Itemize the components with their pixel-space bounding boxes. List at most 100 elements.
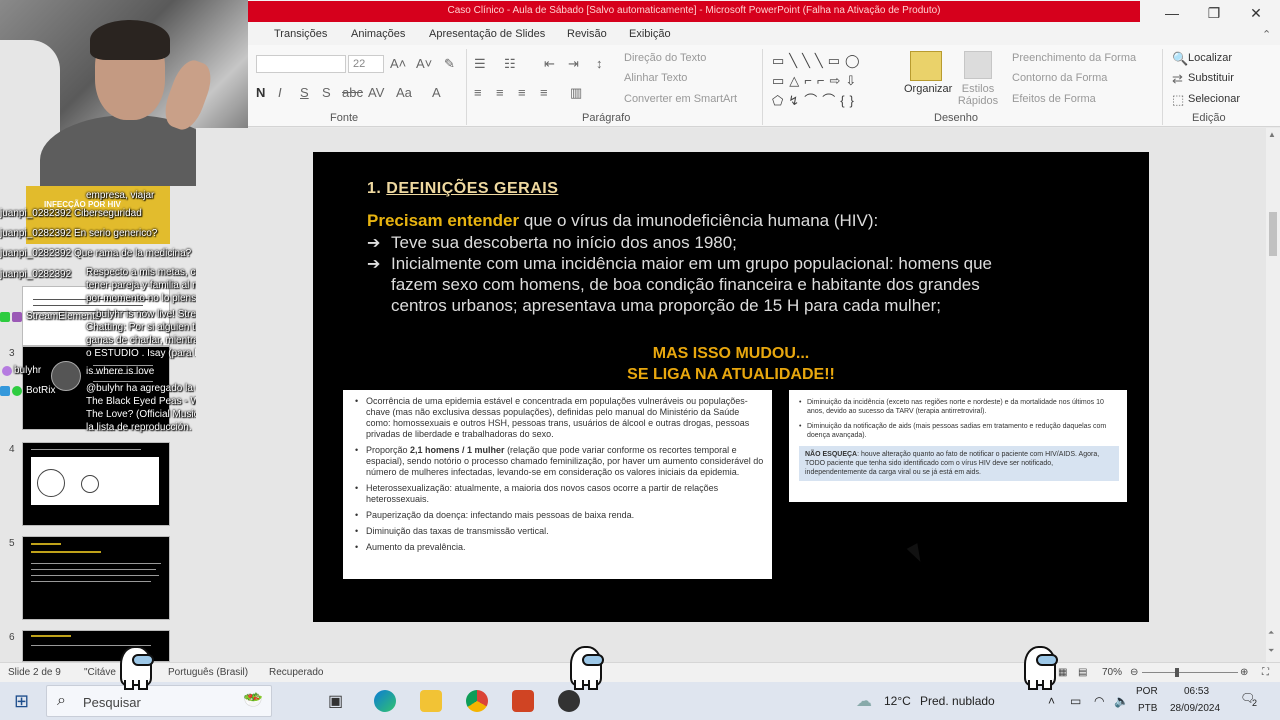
italic-icon[interactable]: I — [278, 85, 282, 100]
obs-icon[interactable] — [558, 690, 580, 712]
prop-bold: 2,1 homens / 1 mulher — [410, 445, 505, 455]
clock-time[interactable]: 06:53 — [1184, 686, 1209, 697]
sorter-view-icon[interactable]: ▤ — [1078, 667, 1087, 678]
edge-icon[interactable] — [374, 690, 396, 712]
zoom-out-icon[interactable]: ⊖ — [1130, 667, 1138, 678]
status-bar: Slide 2 de 9 "Citáve Português (Brasil) … — [0, 662, 1280, 682]
quick-styles-button[interactable]: Estilos Rápidos — [956, 83, 1000, 107]
heading-text: DEFINIÇÕES GERAIS — [386, 180, 559, 197]
replace-button[interactable]: Substituir — [1188, 72, 1234, 84]
vertical-scrollbar[interactable]: ▲ ⏶ ⏷ — [1266, 128, 1280, 662]
shapes-gallery[interactable]: ▭╲╲╲▭◯ ▭△⌐⌐⇨⇩ ⬠↯⌒⌒{} — [772, 51, 892, 111]
search-icon: ⌕ — [57, 692, 66, 709]
shrink-font-icon[interactable]: A˅ — [416, 56, 432, 71]
text-direction-button[interactable]: Direção do Texto — [624, 52, 706, 64]
font-size-box[interactable]: 22 — [348, 55, 384, 73]
close-button[interactable]: ✕ — [1236, 3, 1276, 23]
prev-slide-icon[interactable]: ⏶ — [1268, 628, 1274, 638]
slide-thumbnail-5[interactable] — [22, 536, 170, 620]
tray-chevron-icon[interactable]: ˄ — [1048, 694, 1055, 708]
align-center-icon[interactable]: ≡ — [496, 85, 504, 100]
align-right-icon[interactable]: ≡ — [518, 85, 526, 100]
ribbon-collapse-icon[interactable]: ⌃ — [1262, 28, 1271, 41]
shape-outline-button[interactable]: Contorno da Forma — [1012, 72, 1107, 84]
tray-device-icon[interactable]: ▭ — [1070, 694, 1081, 708]
bold-icon[interactable]: N — [256, 85, 265, 100]
bullets-icon[interactable]: ☰ — [474, 56, 486, 72]
group-fonte: Fonte — [330, 112, 359, 124]
scrollbar-thumb[interactable] — [1269, 212, 1277, 256]
slide-bullet-1: Teve sua descoberta no início dos anos 1… — [391, 233, 737, 252]
shadow-icon[interactable]: S — [322, 85, 331, 100]
columns-icon[interactable]: ▥ — [570, 85, 582, 101]
convert-smartart-button[interactable]: Converter em SmartArt — [624, 93, 737, 105]
zoom-level[interactable]: 70% — [1102, 667, 1122, 678]
ribbon-tabs: Transições Animações Apresentação de Sli… — [248, 25, 1280, 45]
arrange-button[interactable]: Organizar — [904, 83, 952, 95]
group-edicao: Edição — [1192, 112, 1226, 124]
group-desenho: Desenho — [934, 112, 979, 124]
thumbnail-number: 4 — [9, 444, 15, 455]
language-status[interactable]: Português (Brasil) — [168, 667, 248, 678]
clear-format-icon[interactable]: ✎ — [444, 56, 455, 72]
line-spacing-icon[interactable]: ↕ — [596, 56, 603, 71]
wifi-icon[interactable]: ◠ — [1094, 694, 1104, 708]
ribbon: 22 A˄ A˅ ✎ N I S S abc AV Aa A Fonte ☰ ☷… — [248, 45, 1280, 127]
current-slide[interactable]: 1. DEFINIÇÕES GERAIS Precisam entender q… — [313, 152, 1149, 622]
chrome-icon[interactable] — [466, 690, 488, 712]
strike-icon[interactable]: abc — [342, 85, 363, 100]
tab-transicoes[interactable]: Transições — [274, 28, 327, 40]
file-explorer-icon[interactable] — [420, 690, 442, 712]
slide-bullet-2-line3: centros urbanos; apresentava uma proporç… — [391, 296, 941, 315]
increase-indent-icon[interactable]: ⇥ — [568, 56, 579, 72]
lang-line1[interactable]: POR — [1136, 686, 1158, 697]
shape-effects-button[interactable]: Efeitos de Forma — [1012, 93, 1096, 105]
find-button[interactable]: Localizar — [1188, 52, 1232, 64]
volume-icon[interactable]: 🔈 — [1114, 694, 1129, 708]
minimize-button[interactable]: — — [1152, 3, 1192, 23]
underline-icon[interactable]: S — [300, 85, 309, 100]
task-view-icon[interactable]: ▣ — [328, 691, 343, 711]
font-name-box[interactable] — [256, 55, 346, 73]
taskbar-search[interactable]: ⌕ Pesquisar 🥗 — [46, 685, 272, 717]
clock-date[interactable]: 28/09/2024 — [1170, 703, 1220, 714]
tab-apresentacao[interactable]: Apresentação de Slides — [429, 28, 545, 40]
slide-bullet-2-line1: Inicialmente com uma incidência maior em… — [391, 254, 992, 273]
lang-line2[interactable]: PTB — [1138, 703, 1157, 714]
spacing-icon[interactable]: AV — [368, 85, 384, 100]
select-button[interactable]: Selecionar — [1188, 93, 1240, 105]
quick-styles-icon — [964, 51, 992, 79]
zoom-in-icon[interactable]: ⊕ — [1240, 667, 1248, 678]
reminder-note: NÃO ESQUEÇA: houve alteração quanto ao f… — [799, 446, 1119, 481]
align-left-icon[interactable]: ≡ — [474, 85, 482, 100]
bot-badge-icon — [12, 312, 22, 322]
tab-revisao[interactable]: Revisão — [567, 28, 607, 40]
weather-desc[interactable]: Pred. nublado — [920, 694, 995, 708]
zoom-slider-knob[interactable] — [1175, 668, 1179, 677]
decrease-indent-icon[interactable]: ⇤ — [544, 56, 555, 72]
case-icon[interactable]: Aa — [396, 85, 412, 100]
scroll-up-icon[interactable]: ▲ — [1268, 130, 1276, 139]
chat-line: juanpi_0282392 Que rama de la medicina? — [0, 248, 192, 259]
justify-icon[interactable]: ≡ — [540, 85, 548, 100]
fit-slide-icon[interactable]: ⛶ — [1262, 667, 1269, 678]
next-slide-icon[interactable]: ⏷ — [1268, 646, 1274, 656]
right-info-box: Diminuição da incidência (exceto nas reg… — [789, 390, 1127, 502]
chat-line: juanpi_0282392 En serio generico? — [0, 228, 158, 239]
font-color-icon[interactable]: A — [432, 85, 441, 100]
grow-font-icon[interactable]: A˄ — [390, 56, 406, 71]
tab-exibicao[interactable]: Exibição — [629, 28, 671, 40]
arrange-icon — [910, 51, 942, 81]
windows-start-icon[interactable]: ⊞ — [14, 691, 29, 712]
replace-icon: ⇄ — [1172, 71, 1183, 86]
maximize-button[interactable]: ❐ — [1194, 3, 1234, 23]
chat-line: StreamElements — [26, 311, 100, 322]
slide-thumbnail-4[interactable] — [22, 442, 170, 526]
arrow-bullet-icon: ➔ — [367, 256, 381, 273]
numbering-icon[interactable]: ☷ — [504, 56, 516, 72]
powerpoint-icon[interactable] — [512, 690, 534, 712]
shape-fill-button[interactable]: Preenchimento da Forma — [1012, 52, 1136, 64]
tab-animacoes[interactable]: Animações — [351, 28, 405, 40]
zoom-slider[interactable] — [1142, 672, 1238, 673]
align-text-button[interactable]: Alinhar Texto — [624, 72, 687, 84]
